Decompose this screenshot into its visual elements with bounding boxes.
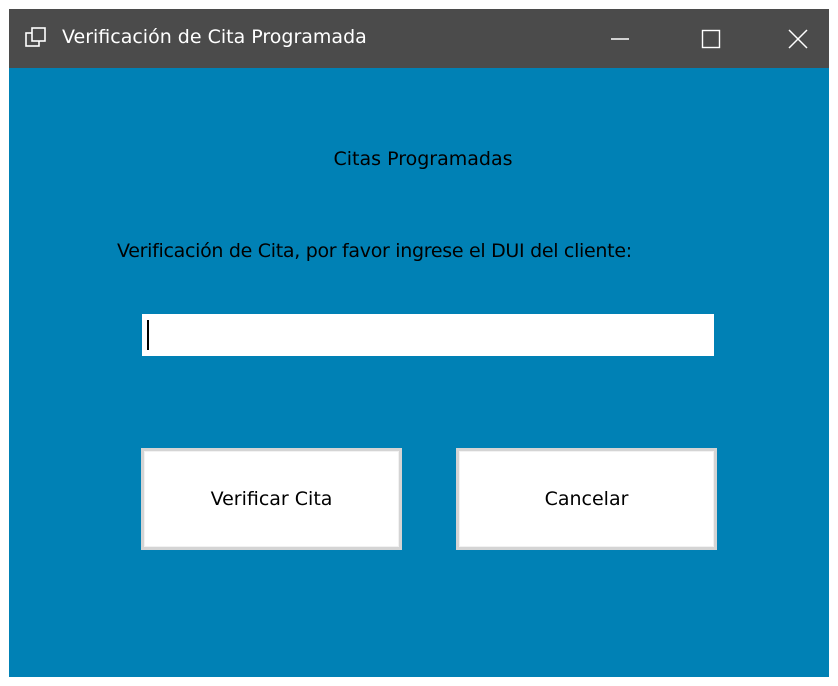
maximize-icon bbox=[701, 29, 721, 49]
cancel-button[interactable]: Cancelar bbox=[456, 448, 717, 550]
title-bar[interactable]: Verificación de Cita Programada bbox=[9, 9, 829, 68]
app-window-icon bbox=[25, 27, 47, 49]
dui-prompt-label: Verificación de Cita, por favor ingrese … bbox=[117, 240, 632, 262]
close-button[interactable] bbox=[767, 9, 829, 68]
maximize-button[interactable] bbox=[680, 9, 742, 68]
dui-input[interactable] bbox=[142, 314, 714, 356]
form-heading: Citas Programadas bbox=[333, 148, 513, 170]
app-window: Verificación de Cita Programada Citas Pr… bbox=[9, 9, 829, 677]
minimize-button[interactable] bbox=[589, 9, 651, 68]
verify-appointment-button[interactable]: Verificar Cita bbox=[141, 448, 402, 550]
text-caret bbox=[147, 320, 149, 350]
window-title: Verificación de Cita Programada bbox=[62, 26, 367, 48]
minimize-icon bbox=[610, 29, 630, 49]
close-icon bbox=[788, 28, 808, 49]
